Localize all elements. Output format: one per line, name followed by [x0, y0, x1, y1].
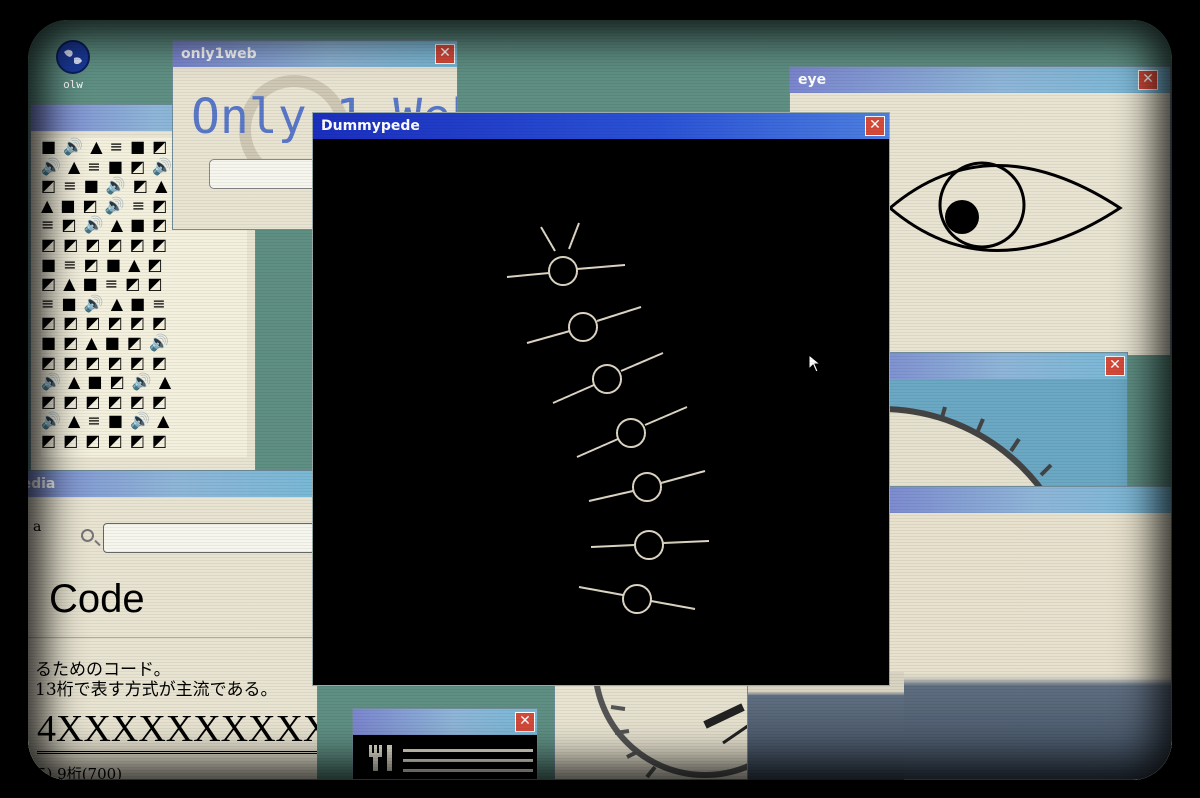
- clock-window[interactable]: ✕: [850, 352, 1128, 502]
- segment-1: [548, 256, 578, 286]
- clock2-face: [593, 685, 747, 779]
- clock-face: [851, 406, 1053, 501]
- pattern-row: ≡ ■ 🔊 ▲ ■ ≡: [41, 293, 167, 313]
- desktop-icon-label: olw: [63, 78, 83, 91]
- sea-window[interactable]: [870, 486, 1172, 780]
- heading-divider: [28, 637, 317, 638]
- clock-titlebar[interactable]: [851, 353, 1127, 379]
- only1web-title: only1web: [181, 46, 257, 62]
- clock-close-button[interactable]: ✕: [1105, 356, 1125, 376]
- clock2-body: [555, 685, 747, 779]
- menu-body: [353, 735, 537, 779]
- antenna-right: [568, 222, 580, 250]
- eye-title: eye: [798, 72, 827, 88]
- only1web-close-button[interactable]: ✕: [435, 44, 455, 64]
- eye-titlebar[interactable]: eye: [790, 67, 1170, 93]
- close-icon: ✕: [439, 45, 451, 61]
- close-icon: ✕: [519, 713, 531, 729]
- barcode-number: 4XXXXXXXXXX: [37, 707, 317, 754]
- media-window[interactable]: media a Code るためのコード。 13桁で表す方式が主流である。 4X…: [28, 470, 318, 780]
- media-body: a Code るためのコード。 13桁で表す方式が主流である。 4XXXXXXX…: [28, 497, 317, 779]
- pattern-row: ◩ ◩ ◩ ◩ ◩ ◩: [41, 313, 169, 333]
- close-icon: ✕: [869, 117, 881, 133]
- centipede-drawing: [506, 222, 710, 614]
- article-heading: Code: [49, 577, 145, 621]
- media-title: media: [28, 476, 56, 492]
- dummypede-window[interactable]: Dummypede ✕: [312, 112, 890, 686]
- pattern-row: ◩ ◩ ◩ ◩ ◩ ◩: [41, 430, 169, 450]
- dummypede-titlebar[interactable]: Dummypede: [313, 113, 889, 139]
- media-titlebar[interactable]: media: [28, 471, 317, 497]
- sea-titlebar[interactable]: [871, 487, 1171, 513]
- pattern-row: ■ ◩ ▲ ■ ◩ 🔊: [41, 332, 171, 352]
- segment-3: [592, 364, 622, 394]
- menu-window[interactable]: ✕: [352, 708, 538, 780]
- mouse-cursor-icon: [808, 354, 822, 373]
- only1web-titlebar[interactable]: only1web: [173, 41, 457, 67]
- menu-titlebar[interactable]: [353, 709, 537, 735]
- globe-icon: [56, 40, 90, 74]
- pattern-row: ■ ≡ ◩ ■ ▲ ◩: [41, 254, 164, 274]
- antenna-left: [540, 226, 556, 252]
- dummypede-close-button[interactable]: ✕: [865, 116, 885, 136]
- pattern-row: ◩ ◩ ◩ ◩ ◩ ◩: [41, 234, 169, 254]
- desktop-icon-olw[interactable]: olw: [48, 40, 98, 91]
- menu-close-button[interactable]: ✕: [515, 712, 535, 732]
- pattern-row: 🔊 ▲ ■ ◩ 🔊 ▲: [41, 372, 173, 392]
- media-sidebar-fragment: a: [33, 519, 42, 535]
- close-icon: ✕: [1142, 71, 1154, 87]
- dummypede-canvas[interactable]: [313, 139, 889, 685]
- media-search-input[interactable]: [103, 523, 315, 553]
- segment-2: [568, 312, 598, 342]
- article-text-line-3: 5) 9桁(700): [37, 765, 123, 779]
- fork-knife-icon: [369, 745, 392, 771]
- dummypede-title: Dummypede: [321, 118, 420, 134]
- segment-7: [622, 584, 652, 614]
- eye-close-button[interactable]: ✕: [1138, 70, 1158, 90]
- pattern-row: ◩ ◩ ◩ ◩ ◩ ◩: [41, 352, 169, 372]
- search-icon[interactable]: [81, 529, 94, 542]
- pattern-row: ◩ ▲ ■ ≡ ◩ ◩: [41, 274, 164, 294]
- clock-body: [851, 379, 1127, 501]
- article-text-line-2: 13桁で表す方式が主流である。: [35, 680, 278, 700]
- clock2-window[interactable]: [554, 684, 748, 780]
- desktop: olw ■ 🔊 ▲ ≡ ■ ◩ 🔊 ▲ ≡ ■ ◩ 🔊 ◩ ≡ ■ 🔊 ◩ ▲ ▲ ■…: [28, 20, 1172, 780]
- pattern-row: 🔊 ▲ ≡ ■ 🔊 ▲: [41, 411, 171, 431]
- bottom-image-window[interactable]: [744, 672, 904, 780]
- crt-screen: olw ■ 🔊 ▲ ≡ ■ ◩ 🔊 ▲ ≡ ■ ◩ 🔊 ◩ ≡ ■ 🔊 ◩ ▲ ▲ ■…: [0, 0, 1200, 798]
- pattern-row: ◩ ◩ ◩ ◩ ◩ ◩: [41, 391, 169, 411]
- segment-4: [616, 418, 646, 448]
- close-icon: ✕: [1109, 357, 1121, 373]
- segment-6: [634, 530, 664, 560]
- menu-drawing: [369, 745, 533, 772]
- sea-body: [871, 513, 1171, 779]
- segment-5: [632, 472, 662, 502]
